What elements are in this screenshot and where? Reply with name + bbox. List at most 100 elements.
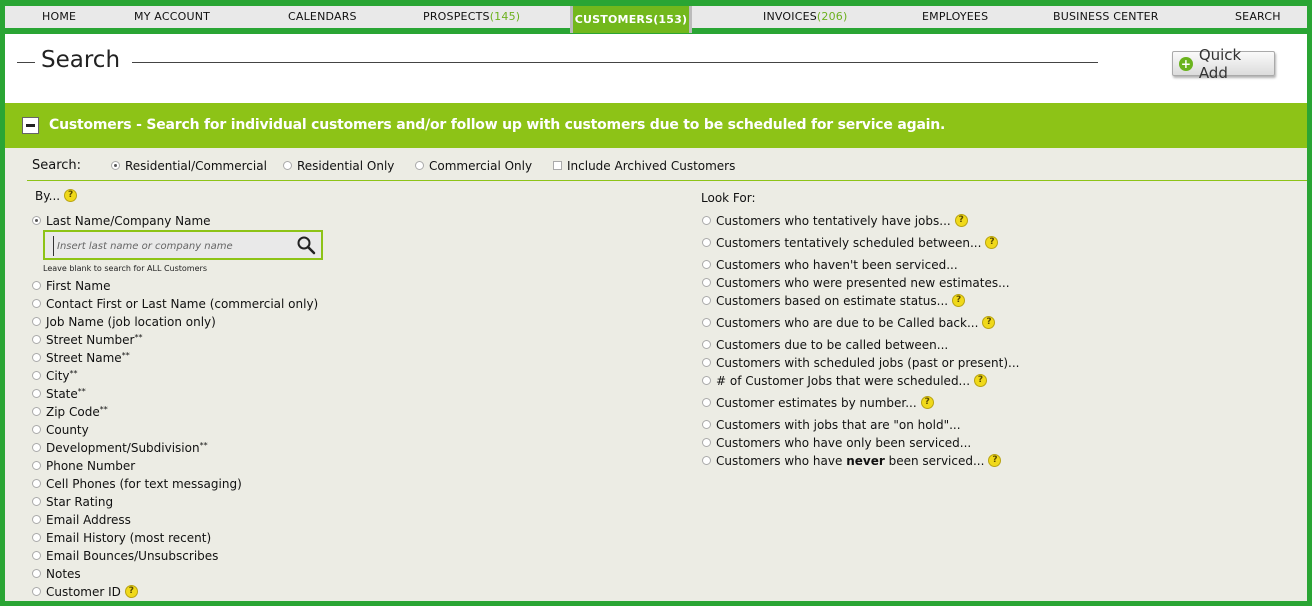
help-icon[interactable]: ?	[985, 235, 999, 249]
help-icon[interactable]: ?	[954, 213, 968, 227]
by-option[interactable]: First Name	[32, 279, 110, 293]
by-option[interactable]: Street Number**	[32, 333, 142, 347]
look-for-option[interactable]: # of Customer Jobs that were scheduled..…	[702, 373, 988, 388]
radio-icon[interactable]	[32, 215, 41, 225]
radio-icon[interactable]	[702, 357, 711, 367]
radio-icon[interactable]	[32, 388, 41, 398]
by-option[interactable]: Development/Subdivision**	[32, 441, 208, 455]
radio-icon[interactable]	[702, 295, 711, 305]
radio-icon[interactable]	[32, 496, 41, 506]
radio-icon[interactable]	[702, 339, 711, 349]
radio-icon[interactable]	[32, 280, 41, 290]
by-option[interactable]: Email Address	[32, 513, 131, 527]
by-option[interactable]: City**	[32, 369, 78, 383]
look-for-option[interactable]: Customers who have only been serviced...	[702, 436, 971, 450]
divider	[27, 180, 1307, 181]
radio-icon[interactable]	[32, 316, 41, 326]
by-option[interactable]: Notes	[32, 567, 81, 581]
radio-icon[interactable]	[702, 259, 711, 269]
radio-icon[interactable]	[32, 514, 41, 524]
look-for-option[interactable]: Customer estimates by number...?	[702, 395, 934, 410]
by-label-text: By...	[35, 189, 61, 203]
nav-calendars[interactable]: CALENDARS	[288, 8, 357, 26]
nav-customers[interactable]: CUSTOMERS(153)	[570, 6, 692, 33]
radio-icon[interactable]	[32, 442, 41, 452]
nav-my-account[interactable]: MY ACCOUNT	[134, 8, 210, 26]
radio-icon[interactable]	[32, 532, 41, 542]
option-label: Residential/Commercial	[125, 159, 267, 173]
radio-icon[interactable]	[702, 437, 711, 447]
help-icon[interactable]: ?	[124, 584, 138, 598]
by-last-name-company[interactable]: Last Name/Company Name	[32, 214, 211, 228]
by-option[interactable]: County	[32, 423, 89, 437]
by-option[interactable]: Customer ID?	[32, 584, 138, 599]
quick-add-button[interactable]: + Quick Add	[1172, 46, 1275, 82]
scope-commercial-only[interactable]: Commercial Only	[415, 159, 532, 173]
radio-icon[interactable]	[32, 460, 41, 470]
option-label: Customers tentatively scheduled between.…	[716, 236, 982, 250]
radio-icon[interactable]	[702, 215, 711, 225]
radio-icon[interactable]	[702, 375, 711, 385]
look-for-option[interactable]: Customers who are due to be Called back.…	[702, 315, 996, 330]
nav-prospects[interactable]: PROSPECTS(145)	[423, 8, 520, 26]
look-for-option[interactable]: Customers with jobs that are "on hold"..…	[702, 418, 961, 432]
radio-icon[interactable]	[32, 334, 41, 344]
help-icon[interactable]: ?	[974, 373, 988, 387]
by-option[interactable]: Star Rating	[32, 495, 113, 509]
nav-home[interactable]: HOME	[42, 8, 76, 26]
nav-invoices[interactable]: INVOICES(206)	[763, 8, 848, 26]
by-option[interactable]: Email Bounces/Unsubscribes	[32, 549, 218, 563]
look-for-option[interactable]: Customers tentatively scheduled between.…	[702, 235, 999, 250]
radio-icon[interactable]	[32, 298, 41, 308]
look-for-option[interactable]: Customers who have never been serviced..…	[702, 453, 1002, 468]
help-icon[interactable]: ?	[64, 188, 78, 202]
look-for-option[interactable]: Customers who tentatively have jobs...?	[702, 213, 968, 228]
by-option[interactable]: Job Name (job location only)	[32, 315, 216, 329]
radio-icon[interactable]	[111, 160, 120, 170]
radio-icon[interactable]	[702, 277, 711, 287]
by-option[interactable]: Street Name**	[32, 351, 130, 365]
radio-icon[interactable]	[702, 237, 711, 247]
radio-icon[interactable]	[32, 478, 41, 488]
required-marker: **	[99, 405, 108, 414]
radio-icon[interactable]	[702, 317, 711, 327]
radio-icon[interactable]	[32, 568, 41, 578]
include-archived-checkbox[interactable]: Include Archived Customers	[553, 159, 735, 173]
radio-icon[interactable]	[702, 419, 711, 429]
by-option[interactable]: Contact First or Last Name (commercial o…	[32, 297, 318, 311]
scope-residential-commercial[interactable]: Residential/Commercial	[111, 159, 267, 173]
checkbox-icon[interactable]	[553, 160, 562, 170]
look-for-option[interactable]: Customers who were presented new estimat…	[702, 276, 1010, 290]
radio-icon[interactable]	[283, 160, 292, 170]
radio-icon[interactable]	[32, 550, 41, 560]
by-option[interactable]: Phone Number	[32, 459, 135, 473]
nav-search[interactable]: SEARCH	[1235, 8, 1281, 26]
look-for-option[interactable]: Customers with scheduled jobs (past or p…	[702, 356, 1019, 370]
search-icon[interactable]	[296, 235, 316, 255]
nav-label: CALENDARS	[288, 10, 357, 23]
radio-icon[interactable]	[702, 397, 711, 407]
by-option[interactable]: State**	[32, 387, 86, 401]
radio-icon[interactable]	[415, 160, 424, 170]
help-icon[interactable]: ?	[920, 395, 934, 409]
help-icon[interactable]: ?	[988, 453, 1002, 467]
radio-icon[interactable]	[702, 455, 711, 465]
by-option[interactable]: Email History (most recent)	[32, 531, 211, 545]
search-input[interactable]	[53, 236, 289, 256]
help-icon[interactable]: ?	[982, 315, 996, 329]
nav-business-center[interactable]: BUSINESS CENTER	[1053, 8, 1159, 26]
by-option[interactable]: Cell Phones (for text messaging)	[32, 477, 242, 491]
radio-icon[interactable]	[32, 424, 41, 434]
look-for-option[interactable]: Customers who haven't been serviced...	[702, 258, 958, 272]
scope-residential-only[interactable]: Residential Only	[283, 159, 394, 173]
nav-employees[interactable]: EMPLOYEES	[922, 8, 988, 26]
by-option[interactable]: Zip Code**	[32, 405, 108, 419]
radio-icon[interactable]	[32, 370, 41, 380]
help-icon[interactable]: ?	[952, 293, 966, 307]
look-for-option[interactable]: Customers due to be called between...	[702, 338, 948, 352]
radio-icon[interactable]	[32, 586, 41, 596]
radio-icon[interactable]	[32, 352, 41, 362]
radio-icon[interactable]	[32, 406, 41, 416]
collapse-icon[interactable]	[22, 117, 39, 134]
look-for-option[interactable]: Customers based on estimate status...?	[702, 293, 966, 308]
